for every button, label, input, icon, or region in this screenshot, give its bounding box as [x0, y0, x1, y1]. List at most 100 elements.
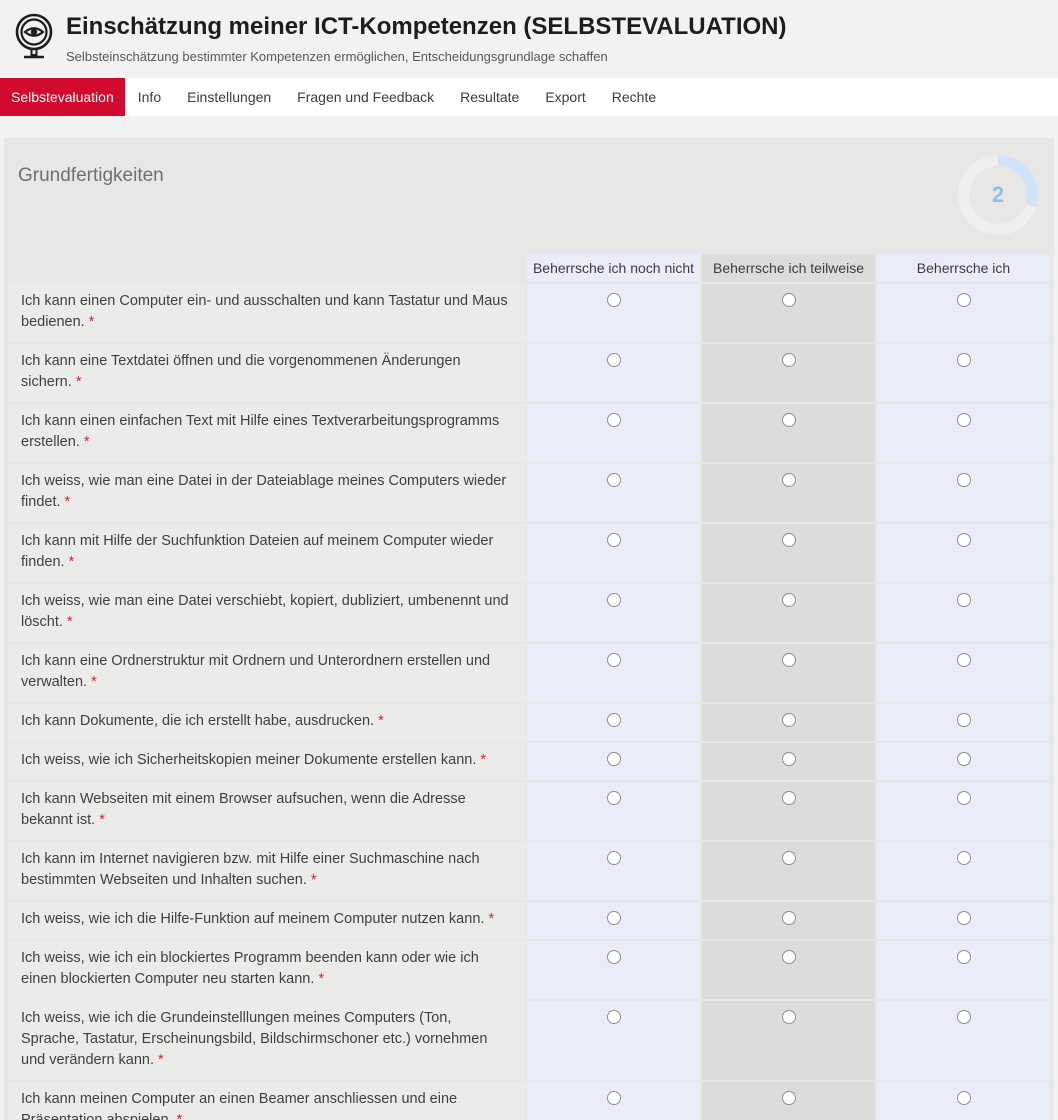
- radio-cell-teilweise[interactable]: [702, 743, 875, 780]
- nav-tab-info[interactable]: Info: [125, 78, 174, 116]
- radio-cell-beherrsche[interactable]: [877, 404, 1050, 462]
- radio-button-teilweise[interactable]: [782, 1091, 796, 1105]
- radio-cell-teilweise[interactable]: [702, 524, 875, 582]
- radio-button-noch-nicht[interactable]: [607, 950, 621, 964]
- question-text: Ich kann mit Hilfe der Suchfunktion Date…: [8, 524, 525, 582]
- radio-cell-teilweise[interactable]: [702, 941, 875, 999]
- radio-button-teilweise[interactable]: [782, 533, 796, 547]
- radio-button-beherrsche[interactable]: [957, 911, 971, 925]
- radio-button-noch-nicht[interactable]: [607, 653, 621, 667]
- radio-button-beherrsche[interactable]: [957, 851, 971, 865]
- radio-button-beherrsche[interactable]: [957, 950, 971, 964]
- radio-cell-teilweise[interactable]: [702, 404, 875, 462]
- radio-button-teilweise[interactable]: [782, 911, 796, 925]
- radio-cell-beherrsche[interactable]: [877, 644, 1050, 702]
- radio-cell-noch-nicht[interactable]: [527, 584, 700, 642]
- radio-cell-beherrsche[interactable]: [877, 1001, 1050, 1080]
- radio-cell-beherrsche[interactable]: [877, 782, 1050, 840]
- nav-tab-selbstevaluation[interactable]: Selbstevaluation: [0, 78, 125, 116]
- radio-cell-beherrsche[interactable]: [877, 584, 1050, 642]
- radio-cell-noch-nicht[interactable]: [527, 644, 700, 702]
- radio-cell-noch-nicht[interactable]: [527, 902, 700, 939]
- radio-cell-beherrsche[interactable]: [877, 743, 1050, 780]
- radio-button-beherrsche[interactable]: [957, 533, 971, 547]
- radio-button-beherrsche[interactable]: [957, 653, 971, 667]
- radio-cell-teilweise[interactable]: [702, 644, 875, 702]
- radio-cell-beherrsche[interactable]: [877, 284, 1050, 342]
- radio-cell-beherrsche[interactable]: [877, 344, 1050, 402]
- radio-button-noch-nicht[interactable]: [607, 851, 621, 865]
- radio-cell-teilweise[interactable]: [702, 704, 875, 741]
- radio-button-noch-nicht[interactable]: [607, 713, 621, 727]
- radio-button-teilweise[interactable]: [782, 353, 796, 367]
- radio-cell-noch-nicht[interactable]: [527, 404, 700, 462]
- radio-cell-noch-nicht[interactable]: [527, 1082, 700, 1120]
- radio-cell-noch-nicht[interactable]: [527, 344, 700, 402]
- radio-button-teilweise[interactable]: [782, 1010, 796, 1024]
- radio-cell-noch-nicht[interactable]: [527, 464, 700, 522]
- radio-cell-noch-nicht[interactable]: [527, 842, 700, 900]
- radio-button-teilweise[interactable]: [782, 593, 796, 607]
- radio-cell-teilweise[interactable]: [702, 464, 875, 522]
- radio-button-beherrsche[interactable]: [957, 713, 971, 727]
- nav-tab-export[interactable]: Export: [532, 78, 598, 116]
- radio-cell-noch-nicht[interactable]: [527, 782, 700, 840]
- radio-cell-teilweise[interactable]: [702, 902, 875, 939]
- question-text: Ich weiss, wie man eine Datei in der Dat…: [8, 464, 525, 522]
- radio-button-beherrsche[interactable]: [957, 752, 971, 766]
- radio-cell-teilweise[interactable]: [702, 842, 875, 900]
- radio-cell-teilweise[interactable]: [702, 584, 875, 642]
- radio-cell-beherrsche[interactable]: [877, 902, 1050, 939]
- radio-button-teilweise[interactable]: [782, 293, 796, 307]
- radio-button-beherrsche[interactable]: [957, 473, 971, 487]
- nav-tab-resultate[interactable]: Resultate: [447, 78, 532, 116]
- nav-tab-einstellungen[interactable]: Einstellungen: [174, 78, 284, 116]
- radio-cell-teilweise[interactable]: [702, 1001, 875, 1080]
- radio-button-teilweise[interactable]: [782, 752, 796, 766]
- radio-button-teilweise[interactable]: [782, 713, 796, 727]
- radio-button-beherrsche[interactable]: [957, 791, 971, 805]
- radio-cell-teilweise[interactable]: [702, 344, 875, 402]
- radio-button-teilweise[interactable]: [782, 473, 796, 487]
- radio-button-teilweise[interactable]: [782, 851, 796, 865]
- radio-cell-beherrsche[interactable]: [877, 941, 1050, 999]
- radio-button-teilweise[interactable]: [782, 950, 796, 964]
- radio-cell-noch-nicht[interactable]: [527, 524, 700, 582]
- radio-cell-teilweise[interactable]: [702, 284, 875, 342]
- radio-button-beherrsche[interactable]: [957, 1091, 971, 1105]
- radio-cell-teilweise[interactable]: [702, 782, 875, 840]
- radio-cell-noch-nicht[interactable]: [527, 1001, 700, 1080]
- radio-button-noch-nicht[interactable]: [607, 473, 621, 487]
- table-row: Ich weiss, wie ich die Hilfe-Funktion au…: [8, 902, 1050, 939]
- radio-button-beherrsche[interactable]: [957, 413, 971, 427]
- radio-cell-beherrsche[interactable]: [877, 1082, 1050, 1120]
- radio-button-noch-nicht[interactable]: [607, 1010, 621, 1024]
- radio-button-noch-nicht[interactable]: [607, 353, 621, 367]
- radio-button-teilweise[interactable]: [782, 653, 796, 667]
- radio-cell-noch-nicht[interactable]: [527, 704, 700, 741]
- radio-button-noch-nicht[interactable]: [607, 593, 621, 607]
- radio-button-beherrsche[interactable]: [957, 353, 971, 367]
- radio-button-beherrsche[interactable]: [957, 1010, 971, 1024]
- radio-cell-beherrsche[interactable]: [877, 704, 1050, 741]
- radio-cell-beherrsche[interactable]: [877, 842, 1050, 900]
- radio-button-beherrsche[interactable]: [957, 293, 971, 307]
- nav-tab-fragen-und-feedback[interactable]: Fragen und Feedback: [284, 78, 447, 116]
- radio-button-beherrsche[interactable]: [957, 593, 971, 607]
- radio-button-teilweise[interactable]: [782, 791, 796, 805]
- radio-cell-noch-nicht[interactable]: [527, 284, 700, 342]
- radio-button-noch-nicht[interactable]: [607, 791, 621, 805]
- radio-button-noch-nicht[interactable]: [607, 533, 621, 547]
- radio-button-teilweise[interactable]: [782, 413, 796, 427]
- radio-cell-noch-nicht[interactable]: [527, 743, 700, 780]
- radio-cell-teilweise[interactable]: [702, 1082, 875, 1120]
- radio-button-noch-nicht[interactable]: [607, 413, 621, 427]
- radio-button-noch-nicht[interactable]: [607, 911, 621, 925]
- nav-tab-rechte[interactable]: Rechte: [599, 78, 669, 116]
- radio-button-noch-nicht[interactable]: [607, 293, 621, 307]
- radio-cell-beherrsche[interactable]: [877, 464, 1050, 522]
- radio-cell-beherrsche[interactable]: [877, 524, 1050, 582]
- radio-cell-noch-nicht[interactable]: [527, 941, 700, 999]
- radio-button-noch-nicht[interactable]: [607, 1091, 621, 1105]
- radio-button-noch-nicht[interactable]: [607, 752, 621, 766]
